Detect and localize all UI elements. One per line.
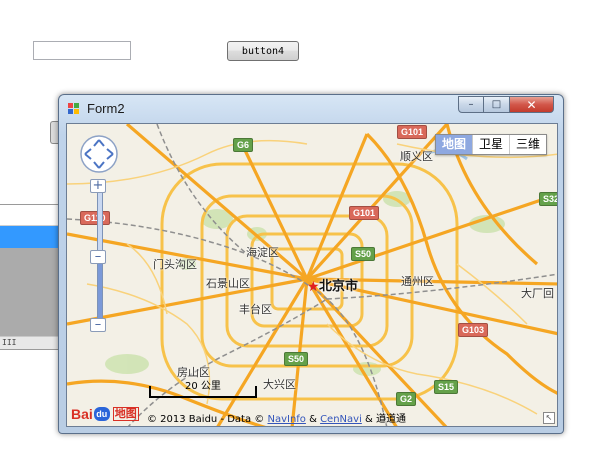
district-label-fengtai: 丰台区 <box>239 303 272 316</box>
pan-control-icon[interactable] <box>79 134 119 174</box>
app-icon <box>68 103 79 114</box>
copyright-amp: & <box>305 414 321 425</box>
scale-bar <box>149 386 257 398</box>
overview-toggle-icon[interactable]: ↖ <box>543 412 555 424</box>
copyright-tail: & 道道通 <box>361 414 407 425</box>
district-label-tongzhou: 通州区 <box>401 275 434 288</box>
title-bar[interactable]: Form2 – □ ✕ <box>59 95 563 121</box>
form2-window: Form2 – □ ✕ 顺义区 门头沟区 海淀区 石景山区 丰台区 通州区 房山… <box>58 94 564 434</box>
zoom-in-button[interactable]: + <box>90 179 106 193</box>
capital-star-icon: ★ <box>307 279 320 295</box>
map-type-switcher: 地图 卫星 三维 <box>434 134 547 155</box>
navinfo-link[interactable]: NavInfo <box>267 414 305 425</box>
zoom-slider-fill <box>98 255 102 324</box>
logo-du: du <box>93 407 110 421</box>
copyright-prefix: © 2013 Baidu - Data © <box>147 414 268 425</box>
road-shield: G110 <box>80 211 110 225</box>
road-shield: S50 <box>351 247 376 261</box>
list-selected-row[interactable] <box>0 226 63 248</box>
logo-bai: Bai <box>71 406 93 422</box>
cennavi-link[interactable]: CenNavi <box>320 414 362 425</box>
maptype-map-button[interactable]: 地图 <box>435 135 472 154</box>
maximize-button[interactable]: □ <box>484 96 510 113</box>
road-shield: S15 <box>434 380 459 394</box>
copyright-text: © 2013 Baidu - Data © NavInfo & CenNavi … <box>147 410 406 425</box>
district-label-daxing: 大兴区 <box>263 378 296 391</box>
close-button[interactable]: ✕ <box>510 96 554 113</box>
map-view[interactable]: 顺义区 门头沟区 海淀区 石景山区 丰台区 通州区 房山区 大兴区 大厂回 ★ … <box>66 123 558 427</box>
road-shield: G101 <box>397 125 428 139</box>
road-shield: G6 <box>233 138 254 152</box>
minimize-button[interactable]: – <box>458 96 484 113</box>
district-label-mentougou: 门头沟区 <box>153 258 197 271</box>
road-shield: G103 <box>458 323 489 337</box>
maptype-3d-button[interactable]: 三维 <box>508 135 546 154</box>
window-title: Form2 <box>87 101 125 116</box>
maptype-satellite-button[interactable]: 卫星 <box>471 135 509 154</box>
district-label-dachang: 大厂回 <box>521 287 554 300</box>
district-label-shunyi: 顺义区 <box>400 150 433 163</box>
road-shield: S50 <box>284 352 309 366</box>
capital-label: 北京市 <box>319 279 359 294</box>
button4[interactable]: button4 <box>227 41 299 61</box>
background-list[interactable]: III <box>0 204 65 350</box>
horizontal-scrollbar[interactable]: III <box>0 336 65 349</box>
baidu-logo[interactable]: Bai du 地图 <box>71 406 139 422</box>
district-label-shijingshan: 石景山区 <box>206 277 250 290</box>
zoom-out-button[interactable]: – <box>90 318 106 332</box>
list-header <box>0 205 63 226</box>
logo-maptext: 地图 <box>112 407 139 421</box>
road-shield: S32 <box>539 192 557 206</box>
road-shield: G2 <box>396 392 417 406</box>
background-textbox[interactable] <box>33 41 131 60</box>
map-roads <box>67 124 557 426</box>
district-label-haidian: 海淀区 <box>246 246 279 259</box>
zoom-slider-handle[interactable]: – <box>90 250 106 264</box>
road-shield: G101 <box>349 206 380 220</box>
